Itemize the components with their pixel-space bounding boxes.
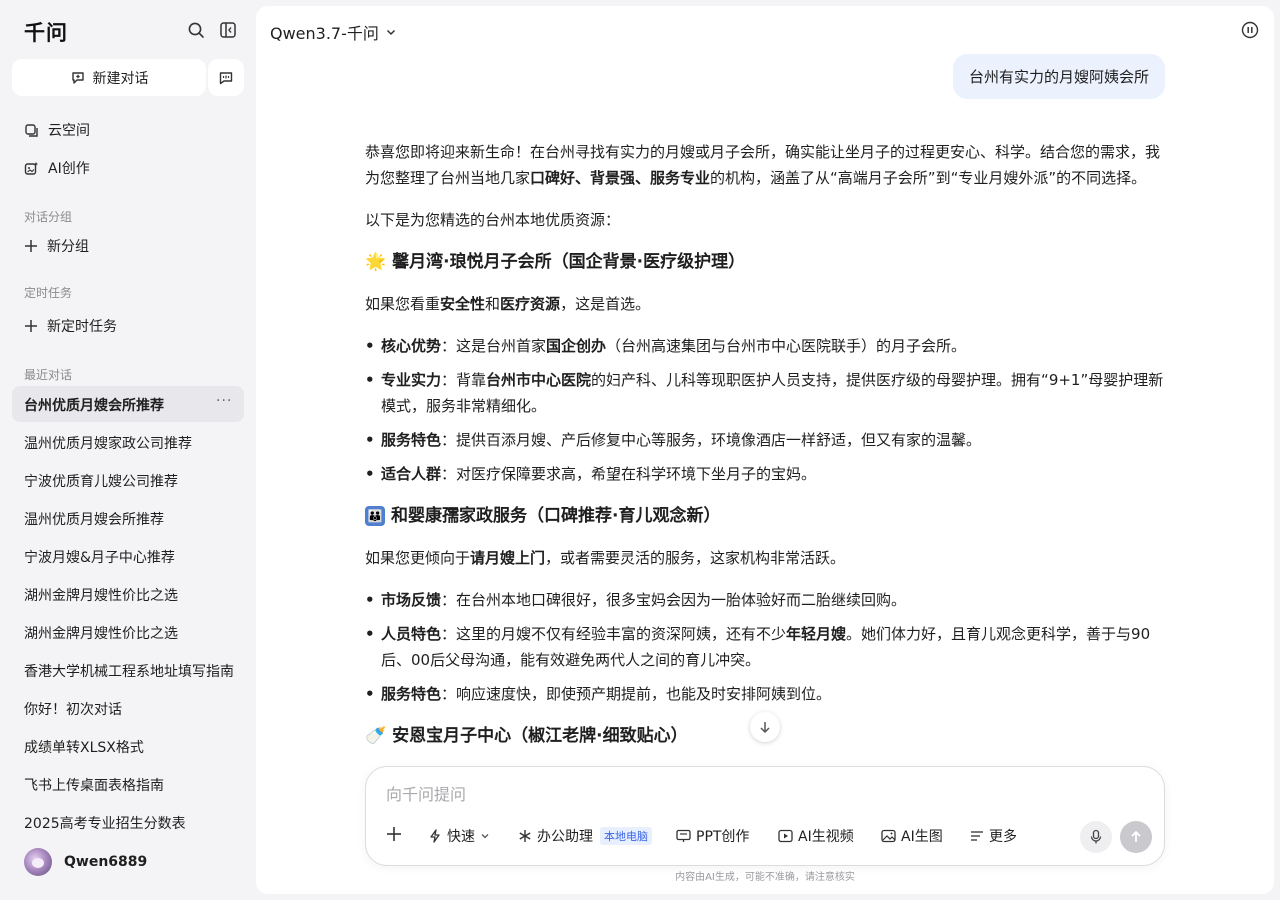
group-section-title: 对话分组 — [24, 210, 73, 224]
new-group-label: 新分组 — [47, 239, 89, 255]
section-heading: 🌟 馨月湾·琅悦月子会所（国企背景·医疗级护理） — [365, 249, 1165, 275]
history-item[interactable]: 宁波月嫂&月子中心推荐 — [24, 547, 175, 567]
arrow-down-icon — [760, 722, 770, 734]
prompt-input[interactable] — [386, 785, 1126, 804]
section-intro: 如果您看重安全性和医疗资源，这是首选。 — [365, 295, 651, 313]
new-group-button[interactable]: 新分组 — [24, 234, 89, 258]
more-tools-button[interactable]: 更多 — [970, 826, 1017, 846]
app-logo: 千问 — [24, 21, 68, 45]
ppt-icon — [676, 829, 691, 842]
cloud-space-icon — [25, 123, 38, 137]
list-item: 核心优势：这是台州首家国企创办（台州高速集团与台州市中心医院联手）的月子会所。 — [365, 333, 1165, 359]
chevron-down-icon — [386, 29, 395, 36]
task-section-title: 定时任务 — [24, 286, 73, 300]
more-options-icon[interactable]: ··· — [216, 393, 232, 409]
new-chat-label: 新建对话 — [92, 70, 149, 87]
menu-lines-icon — [971, 831, 983, 841]
history-item[interactable]: 成绩单转XLSX格式 — [24, 737, 144, 757]
new-task-label: 新定时任务 — [47, 319, 117, 335]
nav-ai-create[interactable]: AI创作 — [24, 156, 90, 180]
user-profile[interactable]: Qwen6889 — [24, 848, 147, 876]
ppt-button[interactable]: PPT创作 — [676, 826, 749, 846]
ai-disclaimer: 内容由AI生成，可能不准确，请注意核实 — [675, 872, 855, 883]
plus-icon — [25, 320, 37, 332]
mode-selector[interactable]: 快速 — [428, 826, 490, 846]
search-icon[interactable] — [186, 20, 206, 40]
plus-icon — [387, 827, 401, 841]
history-item[interactable]: 你好！初次对话 — [24, 699, 122, 719]
mic-button[interactable] — [1080, 821, 1112, 853]
assistant-answer: 恭喜您即将迎来新生命！在台州寻找有实力的月嫂或月子会所，确实能让坐月子的过程更安… — [365, 139, 1165, 765]
arrow-up-icon — [1131, 830, 1141, 842]
history-item[interactable]: 宁波优质育儿嫂公司推荐 — [24, 471, 178, 491]
video-icon — [778, 829, 793, 843]
more-label: 更多 — [989, 829, 1017, 845]
list-item: 服务特色：提供百添月嫂、产后修复中心等服务，环境像酒店一样舒适，但又有家的温馨。 — [365, 427, 1165, 453]
bullet-list: 市场反馈：在台州本地口碑很好，很多宝妈会因为一胎体验好而二胎继续回购。 人员特色… — [365, 587, 1165, 707]
local-badge: 本地电脑 — [600, 827, 652, 845]
nav-cloud-space-label: 云空间 — [48, 123, 90, 139]
section-intro: 如果您更倾向于请月嫂上门，或者需要灵活的服务，这家机构非常活跃。 — [365, 549, 846, 567]
microphone-icon — [1090, 829, 1102, 844]
list-item: 适合人群：对医疗保障要求高，希望在科学环境下坐月子的宝妈。 — [365, 461, 1165, 487]
nav-cloud-space[interactable]: 云空间 — [24, 118, 90, 142]
sidebar: 千问 新建对话 云空间 AI创作 对话分组 新分组 定时任务 新定时任务 最近对… — [0, 0, 256, 900]
nav-ai-create-label: AI创作 — [48, 161, 90, 177]
answer-lead: 以下是为您精选的台州本地优质资源： — [365, 211, 621, 229]
ai-video-label: AI生视频 — [798, 829, 854, 845]
model-name: Qwen3.7-千问 — [270, 24, 379, 43]
composer: 快速 办公助理 本地电脑 PPT创作 AI生视频 AI生图 更多 — [365, 766, 1165, 866]
family-icon: 👪 — [365, 506, 385, 526]
collapse-sidebar-icon[interactable] — [218, 20, 238, 40]
ai-image-button[interactable]: AI生图 — [881, 826, 943, 846]
new-task-button[interactable]: 新定时任务 — [24, 314, 117, 338]
star-icon: 🌟 — [365, 252, 387, 272]
new-chat-icon — [71, 71, 84, 84]
chat-mode-button[interactable] — [208, 59, 244, 96]
answer-intro: 恭喜您即将迎来新生命！在台州寻找有实力的月嫂或月子会所，确实能让坐月子的过程更安… — [365, 143, 1161, 187]
scroll-down-button[interactable] — [750, 712, 780, 742]
mode-label: 快速 — [447, 829, 475, 845]
ai-image-label: AI生图 — [901, 829, 943, 845]
office-assistant-button[interactable]: 办公助理 本地电脑 — [518, 826, 652, 846]
history-item-label: 台州优质月嫂会所推荐 — [24, 398, 164, 414]
recent-section-title: 最近对话 — [24, 368, 73, 382]
ppt-label: PPT创作 — [696, 829, 750, 845]
history-item[interactable]: 2025高考专业招生分数表 — [24, 813, 186, 833]
user-message: 台州有实力的月嫂阿姨会所 — [952, 54, 1165, 99]
history-item[interactable]: 湖州金牌月嫂性价比之选 — [24, 623, 178, 643]
history-item[interactable]: 香港大学机械工程系地址填写指南 — [24, 661, 234, 681]
image-icon — [881, 829, 896, 843]
office-label: 办公助理 — [537, 829, 593, 845]
asterisk-icon — [519, 830, 531, 842]
ai-video-button[interactable]: AI生视频 — [778, 826, 854, 846]
section-heading: 👪 和婴康孺家政服务（口碑推荐·育儿观念新） — [365, 503, 1165, 529]
bullet-list: 核心优势：这是台州首家国企创办（台州高速集团与台州市中心医院联手）的月子会所。 … — [365, 333, 1165, 487]
history-item[interactable]: 飞书上传桌面表格指南 — [24, 775, 164, 795]
history-item[interactable]: 湖州金牌月嫂性价比之选 — [24, 585, 178, 605]
attach-button[interactable] — [386, 826, 402, 842]
chevron-down-icon — [481, 834, 489, 839]
model-selector[interactable]: Qwen3.7-千问 — [270, 20, 397, 44]
history-item[interactable]: 温州优质月嫂家政公司推荐 — [24, 433, 192, 453]
chat-panel: Qwen3.7-千问 台州有实力的月嫂阿姨会所 恭喜您即将迎来新生命！在台州寻找… — [256, 6, 1274, 894]
user-name: Qwen6889 — [64, 854, 148, 870]
ai-create-icon — [24, 161, 39, 175]
pause-icon[interactable] — [1241, 21, 1259, 43]
history-item[interactable]: 温州优质月嫂会所推荐 — [24, 509, 164, 529]
avatar — [24, 848, 52, 876]
send-button[interactable] — [1120, 821, 1152, 853]
list-item: 市场反馈：在台州本地口碑很好，很多宝妈会因为一胎体验好而二胎继续回购。 — [365, 587, 1165, 613]
new-chat-button[interactable]: 新建对话 — [12, 59, 206, 96]
lightning-icon — [430, 829, 440, 843]
plus-icon — [25, 240, 37, 252]
list-item: 服务特色：响应速度快，即使预产期提前，也能及时安排阿姨到位。 — [365, 681, 1165, 707]
chat-bubble-icon — [219, 71, 233, 84]
list-item: 人员特色：这里的月嫂不仅有经验丰富的资深阿姨，还有不少年轻月嫂。她们体力好，且育… — [365, 621, 1165, 673]
list-item: 专业实力：背靠台州市中心医院的妇产科、儿科等现职医护人员支持，提供医疗级的母婴护… — [365, 367, 1165, 419]
